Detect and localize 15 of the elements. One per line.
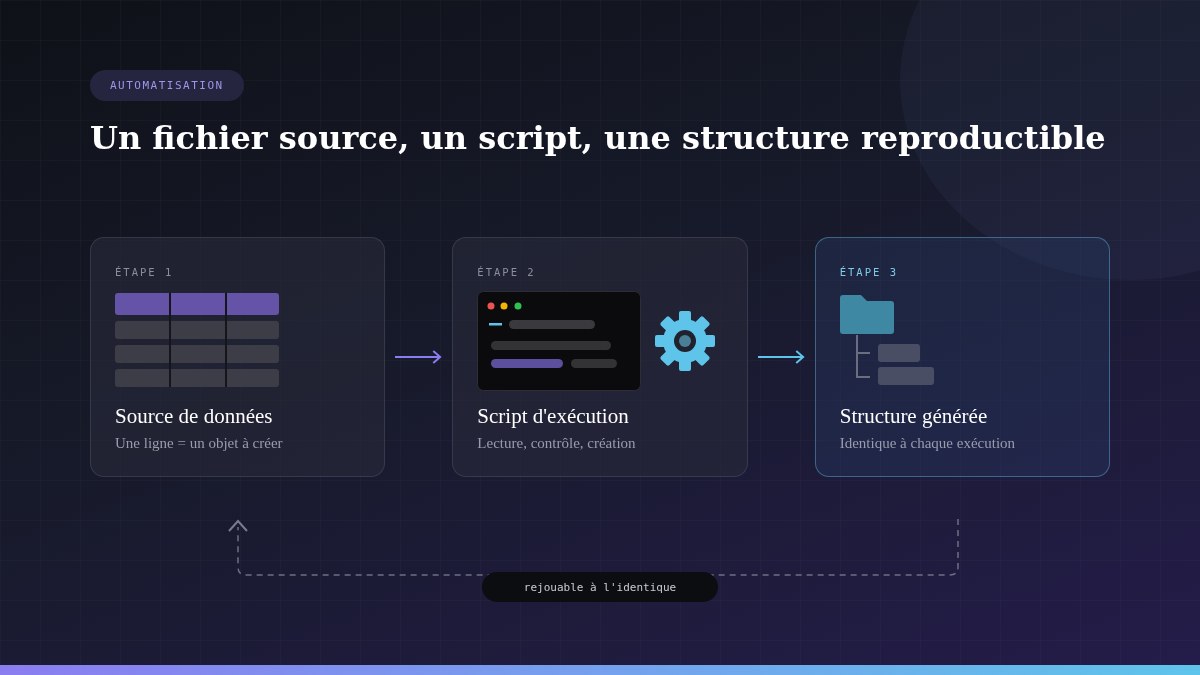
category-badge: AUTOMATISATION — [90, 70, 244, 101]
arrow-icon — [757, 350, 805, 364]
step-label: ÉTAPE 1 — [115, 266, 174, 278]
step-description: Une ligne = un objet à créer — [115, 435, 283, 452]
page-title: Un fichier source, un script, une structure reproductible — [90, 119, 1107, 157]
step-title: Structure générée — [839, 404, 988, 429]
step-description: Identique à chaque exécution — [839, 435, 1016, 452]
step-title: Script d'exécution — [477, 404, 629, 429]
step-title: Source de données — [115, 404, 273, 429]
step-label: ÉTAPE 3 — [839, 266, 898, 278]
loop-label: rejouable à l'identique — [482, 572, 718, 602]
gear-icon — [655, 311, 716, 371]
step-label: ÉTAPE 2 — [477, 266, 536, 278]
arrow-icon — [395, 350, 443, 364]
step-description: Lecture, contrôle, création — [477, 435, 636, 452]
